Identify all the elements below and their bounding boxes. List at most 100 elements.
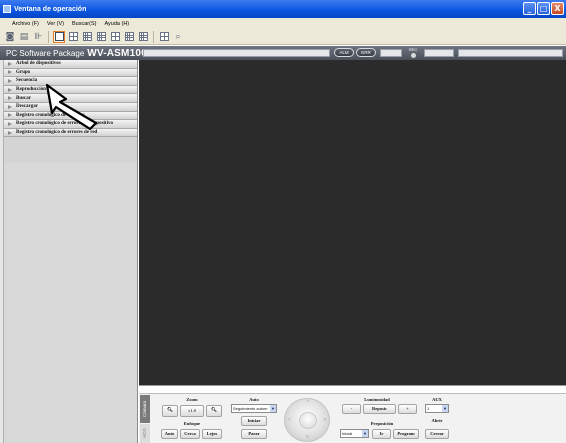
menu-search[interactable]: Buscar(S) xyxy=(72,21,96,27)
viewer-status-strip xyxy=(139,385,566,393)
aux-open-label: Abrir xyxy=(431,418,443,423)
minimize-button[interactable]: _ xyxy=(523,2,536,15)
sidebar-item-label: Secuencia xyxy=(16,78,38,84)
auto-stop-button[interactable]: Parar xyxy=(241,429,267,439)
layout-1-screen-button[interactable] xyxy=(53,30,65,43)
focus-near-button[interactable]: Cerca xyxy=(180,429,200,439)
window-title: Ventana de operación xyxy=(14,5,87,13)
close-button[interactable]: X xyxy=(551,2,564,15)
magnifier-plus-icon: 🔍︎ xyxy=(211,407,217,412)
camera-icon: ◙ xyxy=(5,31,15,42)
zoom-in-button[interactable]: 🔍︎ xyxy=(206,405,222,417)
rec-indicator: REC xyxy=(406,47,420,59)
sidebar-item-label: Descargar xyxy=(16,104,38,110)
auto-mode-value: Seguimiento autom xyxy=(233,406,268,411)
tab-camera[interactable]: Cámara xyxy=(140,395,150,423)
app-icon xyxy=(3,5,11,13)
zoom-out-button[interactable]: 🔍︎ xyxy=(162,405,178,417)
expand-arrow-icon xyxy=(8,78,12,83)
single-screen-icon xyxy=(54,32,64,41)
layout-16-screen-button[interactable] xyxy=(95,31,107,43)
printer-icon: ▤ xyxy=(19,31,29,42)
info-field xyxy=(380,49,402,57)
auto-mode-select[interactable]: Seguimiento autom ▼ xyxy=(231,404,277,413)
preset-program-button[interactable]: Program xyxy=(393,429,419,439)
auto-start-button[interactable]: Iniciar xyxy=(241,416,267,426)
quad-screen-icon xyxy=(68,32,78,41)
zoom-value-button[interactable]: x1.0 xyxy=(180,405,204,417)
menu-view[interactable]: Ver (V) xyxy=(47,21,64,27)
aux-value: 1 xyxy=(427,406,430,411)
focus-auto-button[interactable]: Auto xyxy=(161,429,178,439)
rec-label: REC xyxy=(408,47,418,52)
toolbar-print-button[interactable]: ▤ xyxy=(18,31,30,43)
arrow-left-icon: < xyxy=(287,417,292,423)
preset-select[interactable]: Inicial ▼ xyxy=(340,429,369,438)
toolbar: ◙ ▤ ⊪ ⌕ xyxy=(0,29,566,45)
zoom-label: Zoom xyxy=(186,397,198,402)
toolbar-search-button[interactable]: ⌕ xyxy=(172,31,184,43)
layout-split-b-button[interactable] xyxy=(123,31,135,43)
tab-hdd[interactable]: HDD xyxy=(140,424,150,443)
sidebar-item-device-tree[interactable]: Árbol de dispositivos xyxy=(4,60,137,69)
aux-select[interactable]: 1 ▼ xyxy=(425,404,449,413)
sidebar-item-group[interactable]: Grupo xyxy=(4,68,137,78)
brightness-reset-button[interactable]: Reposic xyxy=(363,404,396,414)
maximize-button[interactable]: □ xyxy=(537,2,550,15)
clock-field xyxy=(458,49,563,57)
sidebar-content-area xyxy=(4,163,137,443)
arrow-up-icon: ^ xyxy=(306,400,311,406)
expand-arrow-icon xyxy=(8,121,12,126)
arrow-down-icon: v xyxy=(306,434,309,440)
package-model: WV-ASM100 xyxy=(87,47,147,59)
sixteen-screen-icon xyxy=(96,32,106,41)
expand-arrow-icon xyxy=(8,104,12,109)
preset-value: Inicial xyxy=(342,431,353,436)
focus-far-button[interactable]: Lejos xyxy=(202,429,222,439)
time-field xyxy=(424,49,454,57)
expand-arrow-icon xyxy=(8,96,12,101)
layout-split-a-button[interactable] xyxy=(109,31,121,43)
aux-label: AUX xyxy=(432,397,442,402)
window-controls: _ □ X xyxy=(523,2,564,15)
toolbar-separator xyxy=(153,30,154,43)
dial-center[interactable] xyxy=(299,412,317,429)
toolbar-sequence-button[interactable]: ⊪ xyxy=(32,31,44,43)
layout-split-c-button[interactable] xyxy=(137,31,149,43)
preset-label: Preposición xyxy=(370,421,394,426)
expand-arrow-icon xyxy=(8,130,12,135)
window-titlebar: Ventana de operación _ □ X xyxy=(0,0,566,18)
brightness-minus-button[interactable]: - xyxy=(342,404,361,414)
package-prefix: PC Software Package xyxy=(6,48,85,58)
brightness-plus-button[interactable]: + xyxy=(398,404,417,414)
layout-9-screen-button[interactable] xyxy=(81,31,93,43)
chevron-down-icon: ▼ xyxy=(362,430,368,437)
sidebar-item-label: Árbol de dispositivos xyxy=(16,61,61,67)
search-icon: ⌕ xyxy=(175,31,181,42)
arrow-right-icon: > xyxy=(322,417,327,423)
sidebar-item-label: Grupo xyxy=(16,69,31,75)
status-field xyxy=(143,49,330,57)
toolbar-sequence-view-button[interactable] xyxy=(158,31,170,43)
mouse-pointer-icon xyxy=(45,83,98,131)
sidebar-item-label: Buscar xyxy=(16,95,31,101)
error-button[interactable]: ERR xyxy=(356,48,376,57)
layout-4-screen-button[interactable] xyxy=(67,31,79,43)
preset-go-button[interactable]: Ir xyxy=(372,429,391,439)
package-title: PC Software Package WV-ASM100 xyxy=(0,48,147,59)
split-screen-icon xyxy=(110,32,120,41)
menu-help[interactable]: Ayuda (H) xyxy=(104,21,129,27)
expand-arrow-icon xyxy=(8,70,12,75)
toolbar-camera-button[interactable]: ◙ xyxy=(4,31,16,43)
pan-tilt-dial[interactable]: ^ < > v xyxy=(284,398,330,442)
split-screen-icon xyxy=(124,32,134,41)
brightness-label: Luminosidad xyxy=(364,397,390,402)
menu-bar: Archivo (F) Ver (V) Buscar(S) Ayuda (H) xyxy=(0,18,566,29)
aux-close-button[interactable]: Cerrar xyxy=(425,429,449,439)
menu-file[interactable]: Archivo (F) xyxy=(12,21,39,27)
camera-viewer[interactable] xyxy=(139,60,566,385)
rec-dot-icon xyxy=(410,53,416,58)
expand-arrow-icon xyxy=(8,87,12,92)
alarm-button[interactable]: ALM xyxy=(334,48,354,57)
auto-label: Auto xyxy=(249,397,259,402)
